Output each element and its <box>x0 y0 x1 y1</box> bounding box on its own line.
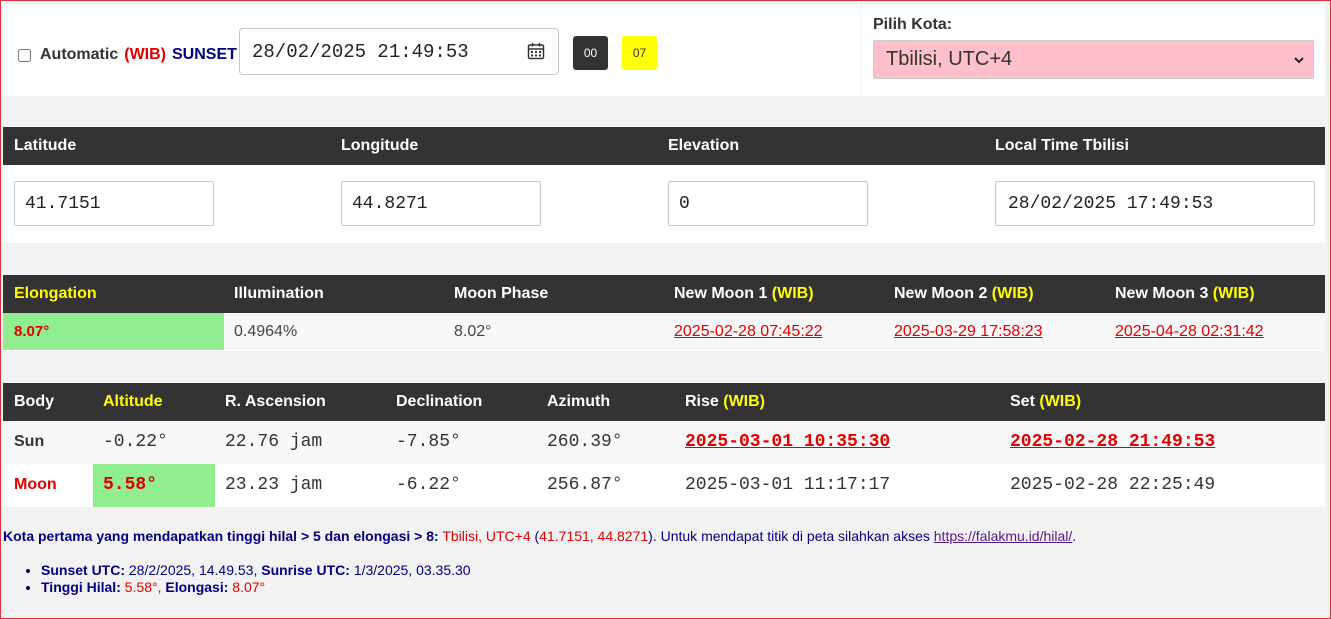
location-panel: Latitude Longitude Elevation Local Time … <box>3 127 1325 243</box>
moon-table-header: Elongation Illumination Moon Phase New M… <box>3 275 1325 313</box>
moon-phase-header: Moon Phase <box>454 285 549 302</box>
moon-rise: 2025-03-01 11:17:17 <box>685 475 891 495</box>
moon-row: Moon 5.58° 23.23 jam -6.22° 256.87° 2025… <box>3 464 1325 507</box>
latitude-input[interactable]: 41.7151 <box>14 181 214 226</box>
moon-table-row: 8.07° 0.4964% 8.02° 2025-02-28 07:45:22 … <box>3 313 1325 350</box>
sunset-utc-value: 28/2/2025, 14.49.53, <box>128 562 258 578</box>
info-city: Tbilisi, UTC+4 <box>442 528 531 544</box>
declination-header: Declination <box>396 393 483 410</box>
new-moon-3-link[interactable]: 2025-04-28 02:31:42 <box>1115 323 1264 341</box>
elevation-header: Elevation <box>668 137 740 154</box>
local-time-input[interactable]: 28/02/2025 17:49:53 <box>995 181 1315 226</box>
rise-header: Rise (WIB) <box>685 393 766 410</box>
new-moon-3-header: New Moon 3 (WIB) <box>1115 285 1255 302</box>
altitude-header: Altitude <box>103 393 163 410</box>
automatic-label: Automatic <box>40 46 119 63</box>
elongation-header: Elongation <box>14 285 97 302</box>
datetime-value: 28/02/2025 21:49:53 <box>252 40 469 63</box>
city-select[interactable]: Tbilisi, UTC+4 <box>873 40 1314 79</box>
new-moon-2-header: New Moon 2 (WIB) <box>894 285 1034 302</box>
elongasi-value: 8.07° <box>232 579 266 595</box>
sun-rise-link[interactable]: 2025-03-01 10:35:30 <box>685 432 890 452</box>
automatic-row: Automatic (WIB) SUNSET <box>18 46 237 64</box>
chevron-down-icon <box>1294 57 1304 64</box>
wib-label: (WIB) <box>124 46 166 63</box>
longitude-header: Longitude <box>341 137 419 154</box>
sunset-label: SUNSET <box>172 46 237 63</box>
elongation-cell: 8.07° <box>3 313 224 350</box>
moon-azimuth: 256.87° <box>547 475 623 495</box>
hour-00-button[interactable]: 00 <box>573 36 608 70</box>
location-header: Latitude Longitude Elevation Local Time … <box>3 127 1325 165</box>
moon-ra: 23.23 jam <box>225 475 323 495</box>
sun-azimuth: 260.39° <box>547 432 623 452</box>
moon-declination: -6.22° <box>396 475 461 495</box>
new-moon-1-link[interactable]: 2025-02-28 07:45:22 <box>674 323 823 341</box>
longitude-input[interactable]: 44.8271 <box>341 181 541 226</box>
sun-row: Sun -0.22° 22.76 jam -7.85° 260.39° 2025… <box>3 421 1325 464</box>
calendar-icon[interactable] <box>527 42 545 60</box>
first-city-info: Kota pertama yang mendapatkan tinggi hil… <box>3 528 1076 544</box>
ra-header: R. Ascension <box>225 393 326 410</box>
sun-altitude: -0.22° <box>103 432 168 452</box>
new-moon-1-header: New Moon 1 (WIB) <box>674 285 814 302</box>
datetime-input[interactable]: 28/02/2025 21:49:53 <box>239 28 559 75</box>
sunrise-utc-value: 1/3/2025, 03.35.30 <box>353 562 471 578</box>
city-label: Pilih Kota: <box>873 16 953 33</box>
city-selected-value: Tbilisi, UTC+4 <box>886 48 1013 70</box>
set-header: Set (WIB) <box>1010 393 1082 410</box>
sunset-utc-label: Sunset UTC: <box>41 562 125 578</box>
body-table-header: Body Altitude R. Ascension Declination A… <box>3 383 1325 421</box>
body-table: Body Altitude R. Ascension Declination A… <box>3 383 1325 507</box>
sun-name: Sun <box>14 433 45 450</box>
new-moon-2-link[interactable]: 2025-03-29 17:58:23 <box>894 323 1043 341</box>
info-lead: Kota pertama yang mendapatkan tinggi hil… <box>3 528 439 544</box>
elongasi-label: Elongasi: <box>165 579 229 595</box>
moon-altitude: 5.58° <box>103 475 158 495</box>
local-time-header: Local Time Tbilisi <box>995 137 1129 154</box>
sun-set-link[interactable]: 2025-02-28 21:49:53 <box>1010 432 1215 452</box>
illumination-value: 0.4964% <box>234 323 298 340</box>
latitude-header: Latitude <box>14 137 77 154</box>
illumination-header: Illumination <box>234 285 324 302</box>
info-after-coords: ). Untuk mendapat titik di peta silahkan… <box>648 528 930 544</box>
info-period: . <box>1072 528 1077 544</box>
hour-07-button[interactable]: 07 <box>622 36 657 70</box>
sunrise-utc-label: Sunrise UTC: <box>261 562 350 578</box>
elevation-input[interactable]: 0 <box>668 181 868 226</box>
tinggi-hilal-value: 5.58°, <box>124 579 162 595</box>
moon-altitude-cell: 5.58° <box>93 464 215 507</box>
tinggi-hilal-label: Tinggi Hilal: <box>41 579 121 595</box>
list-item: Sunset UTC: 28/2/2025, 14.49.53, Sunrise… <box>41 562 471 579</box>
moon-set: 2025-02-28 22:25:49 <box>1010 475 1216 495</box>
hilal-map-link[interactable]: https://falakmu.id/hilal/ <box>934 528 1073 544</box>
moon-table: Elongation Illumination Moon Phase New M… <box>3 275 1325 351</box>
sun-declination: -7.85° <box>396 432 461 452</box>
list-item: Tinggi Hilal: 5.58°, Elongasi: 8.07° <box>41 579 471 596</box>
city-panel: Pilih Kota: Tbilisi, UTC+4 <box>862 4 1325 96</box>
body-header: Body <box>14 393 54 410</box>
azimuth-header: Azimuth <box>547 393 611 410</box>
automatic-checkbox[interactable] <box>18 48 31 62</box>
control-panel: Automatic (WIB) SUNSET 28/02/2025 21:49:… <box>3 4 861 96</box>
summary-list: Sunset UTC: 28/2/2025, 14.49.53, Sunrise… <box>23 562 471 596</box>
info-coords: 41.7151, 44.8271 <box>539 528 649 544</box>
elongation-value: 8.07° <box>14 323 50 340</box>
sun-ra: 22.76 jam <box>225 432 323 452</box>
moon-name: Moon <box>14 476 57 493</box>
moon-phase-value: 8.02° <box>454 323 492 340</box>
